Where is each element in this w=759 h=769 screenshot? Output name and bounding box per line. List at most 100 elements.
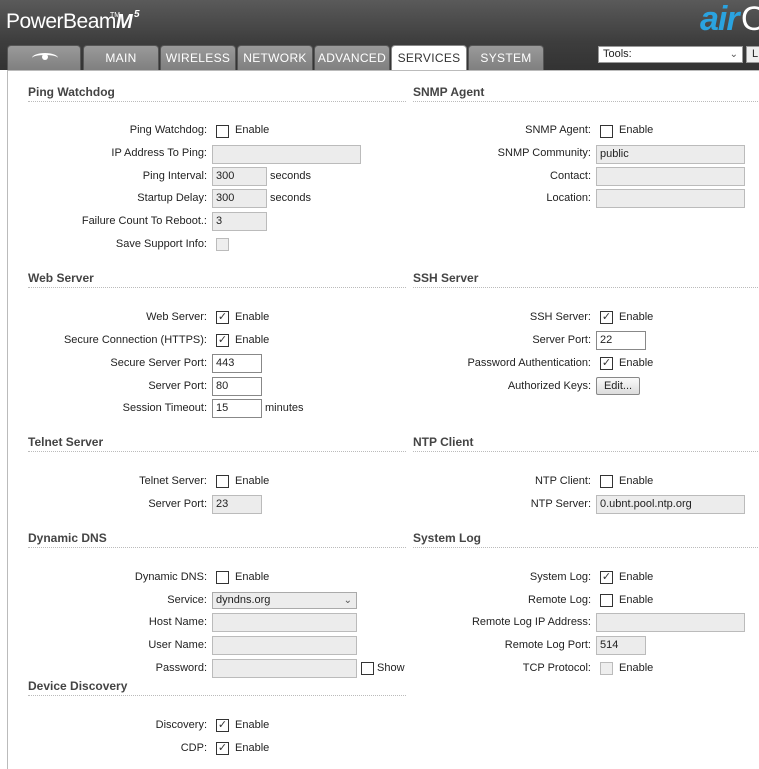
tab-services[interactable]: SERVICES xyxy=(391,45,467,72)
telnet-server-label: Telnet Server: xyxy=(139,475,207,487)
ubiquiti-logo-dot xyxy=(42,54,48,60)
ddns-service-label: Service: xyxy=(167,594,207,606)
https-label: Secure Connection (HTTPS): xyxy=(63,334,207,346)
session-timeout-input[interactable]: 15 xyxy=(212,399,262,418)
ping-interval-input[interactable]: 300 xyxy=(212,167,267,186)
session-timeout-unit: minutes xyxy=(265,402,304,414)
dynamic-dns-checkbox[interactable] xyxy=(216,571,229,584)
web-server-title: Web Server xyxy=(28,271,94,285)
ddns-service-value: dyndns.org xyxy=(216,594,271,606)
airos-logo-o: O xyxy=(741,0,759,38)
tools-button[interactable]: L xyxy=(746,46,759,63)
section-divider xyxy=(413,287,759,288)
dynamic-dns-title: Dynamic DNS xyxy=(28,531,107,545)
ddns-service-select[interactable]: dyndns.org ⌄ xyxy=(212,592,357,609)
remote-log-enable-text: Enable xyxy=(619,594,654,606)
snmp-community-input[interactable]: public xyxy=(596,145,745,164)
tools-dropdown[interactable]: Tools: ⌄ xyxy=(598,46,743,63)
remote-log-ip-label: Remote Log IP Address: xyxy=(471,616,591,628)
tab-wireless[interactable]: WIRELESS xyxy=(160,45,236,71)
failure-count-label: Failure Count To Reboot.: xyxy=(81,215,207,227)
discovery-checkbox[interactable]: ✓ xyxy=(216,719,229,732)
save-support-checkbox[interactable] xyxy=(216,238,229,251)
section-divider xyxy=(28,547,406,548)
device-discovery-title: Device Discovery xyxy=(28,679,128,693)
ntp-client-checkbox[interactable] xyxy=(600,475,613,488)
tab-main[interactable]: MAIN xyxy=(83,45,159,71)
tab-system[interactable]: SYSTEM xyxy=(468,45,544,71)
section-divider xyxy=(413,101,759,102)
snmp-location-input[interactable] xyxy=(596,189,745,208)
ping-watchdog-checkbox[interactable] xyxy=(216,125,229,138)
user-name-input[interactable] xyxy=(212,636,357,655)
remote-log-ip-input[interactable] xyxy=(596,613,745,632)
airos-logo: air xyxy=(700,0,740,38)
ssh-server-title: SSH Server xyxy=(413,271,479,285)
remote-log-checkbox[interactable] xyxy=(600,594,613,607)
remote-log-port-label: Remote Log Port: xyxy=(504,639,591,651)
cdp-checkbox[interactable]: ✓ xyxy=(216,742,229,755)
secure-port-input[interactable]: 443 xyxy=(212,354,262,373)
tab-logo[interactable] xyxy=(7,45,81,71)
ssh-port-input[interactable]: 22 xyxy=(596,331,646,350)
startup-delay-input[interactable]: 300 xyxy=(212,189,267,208)
ssh-server-checkbox[interactable]: ✓ xyxy=(600,311,613,324)
show-password-checkbox[interactable] xyxy=(361,662,374,675)
snmp-contact-input[interactable] xyxy=(596,167,745,186)
section-divider xyxy=(28,101,406,102)
ping-watchdog-enable-text: Enable xyxy=(235,124,270,136)
ip-to-ping-label: IP Address To Ping: xyxy=(111,147,207,159)
host-name-label: Host Name: xyxy=(148,616,207,628)
snmp-contact-label: Contact: xyxy=(550,170,591,182)
telnet-port-label: Server Port: xyxy=(148,498,207,510)
ping-watchdog-label: Ping Watchdog: xyxy=(129,124,207,136)
services-panel: Ping Watchdog Ping Watchdog: Enable IP A… xyxy=(7,70,759,769)
section-divider xyxy=(28,695,406,696)
telnet-server-enable-text: Enable xyxy=(235,475,270,487)
ntp-server-input[interactable]: 0.ubnt.pool.ntp.org xyxy=(596,495,745,514)
remote-log-port-input[interactable]: 514 xyxy=(596,636,646,655)
ddns-password-label: Password: xyxy=(155,662,207,674)
tab-advanced[interactable]: ADVANCED xyxy=(314,45,390,71)
system-log-checkbox[interactable]: ✓ xyxy=(600,571,613,584)
snmp-agent-title: SNMP Agent xyxy=(413,85,485,99)
ssh-port-label: Server Port: xyxy=(532,334,591,346)
snmp-community-label: SNMP Community: xyxy=(497,147,591,159)
snmp-location-label: Location: xyxy=(546,192,591,204)
section-divider xyxy=(28,287,406,288)
password-auth-enable-text: Enable xyxy=(619,357,654,369)
telnet-port-input[interactable]: 23 xyxy=(212,495,262,514)
discovery-label: Discovery: xyxy=(155,719,207,731)
ntp-client-enable-text: Enable xyxy=(619,475,654,487)
password-auth-checkbox[interactable]: ✓ xyxy=(600,357,613,370)
snmp-agent-checkbox[interactable] xyxy=(600,125,613,138)
brand-name: PowerBeam xyxy=(6,10,116,33)
web-server-port-input[interactable]: 80 xyxy=(212,377,262,396)
brand-model-sub: 5 xyxy=(134,9,140,20)
https-enable-text: Enable xyxy=(235,334,270,346)
tab-network[interactable]: NETWORK xyxy=(237,45,313,71)
chevron-down-icon: ⌄ xyxy=(729,49,738,60)
system-log-enable-text: Enable xyxy=(619,571,654,583)
tcp-protocol-enable-text: Enable xyxy=(619,662,654,674)
remote-log-label: Remote Log: xyxy=(528,594,591,606)
edit-keys-button[interactable]: Edit... xyxy=(596,377,640,395)
startup-delay-unit: seconds xyxy=(270,192,311,204)
cdp-enable-text: Enable xyxy=(235,742,270,754)
host-name-input[interactable] xyxy=(212,613,357,632)
ntp-server-label: NTP Server: xyxy=(530,498,591,510)
brand-model: M xyxy=(116,11,133,33)
tcp-protocol-label: TCP Protocol: xyxy=(522,662,591,674)
ip-to-ping-input[interactable] xyxy=(212,145,361,164)
https-checkbox[interactable]: ✓ xyxy=(216,334,229,347)
web-server-checkbox[interactable]: ✓ xyxy=(216,311,229,324)
web-server-port-label: Server Port: xyxy=(148,380,207,392)
telnet-server-checkbox[interactable] xyxy=(216,475,229,488)
user-name-label: User Name: xyxy=(148,639,207,651)
ntp-client-label: NTP Client: xyxy=(534,475,591,487)
web-server-label: Web Server: xyxy=(146,311,207,323)
session-timeout-label: Session Timeout: xyxy=(122,402,207,414)
failure-count-input[interactable]: 3 xyxy=(212,212,267,231)
ddns-password-input[interactable] xyxy=(212,659,357,678)
tcp-protocol-checkbox[interactable] xyxy=(600,662,613,675)
